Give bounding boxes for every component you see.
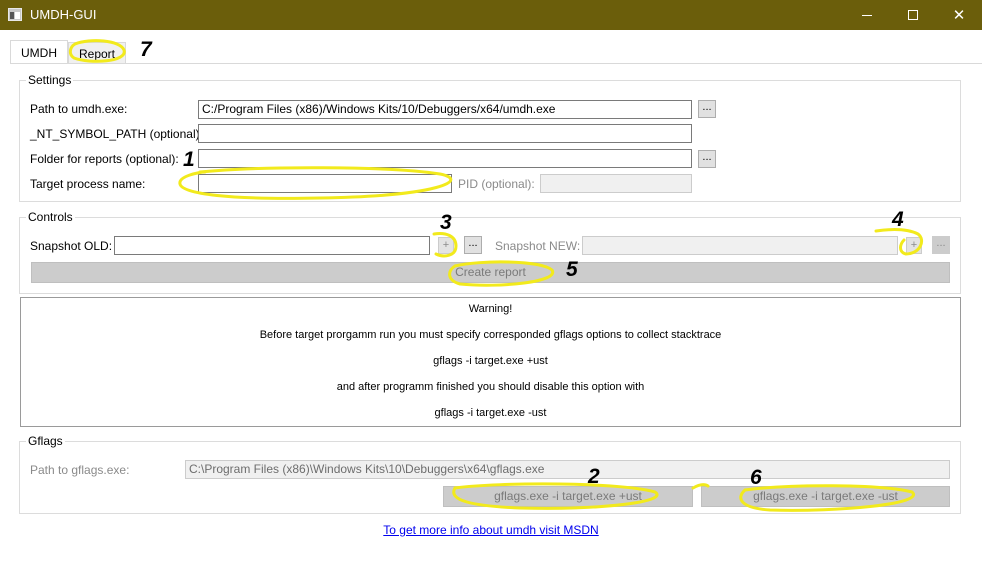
warning-title: Warning! [468,303,513,315]
gflags-legend: Gflags [28,434,63,448]
msdn-link[interactable]: To get more info about umdh visit MSDN [0,523,982,537]
warning-panel: Warning! Before target prorgamm run you … [20,297,961,427]
target-process-input[interactable] [198,174,452,193]
gflags-path-input[interactable]: C:\Program Files (x86)\Windows Kits\10\D… [185,460,950,479]
annotation-number-6: 6 [750,466,762,489]
annotation-number-5: 5 [566,258,578,281]
reports-folder-label: Folder for reports (optional): [30,152,179,166]
snapshot-new-take-button[interactable]: + [906,237,922,254]
symbol-path-input[interactable] [198,124,692,143]
umdh-path-input[interactable]: C:/Program Files (x86)/Windows Kits/10/D… [198,100,692,119]
symbol-path-label: _NT_SYMBOL_PATH (optional): [30,127,203,141]
settings-legend: Settings [28,73,72,87]
pid-input[interactable] [540,174,692,193]
annotation-number-1: 1 [183,148,195,171]
warning-enable-command: gflags -i target.exe +ust [433,355,548,367]
umdh-path-browse-button[interactable]: ... [698,100,716,118]
title-bar: UMDH-GUI ✕ [0,0,982,30]
annotation-number-2: 2 [588,465,600,488]
annotation-number-3: 3 [440,211,452,234]
window-title: UMDH-GUI [30,7,97,22]
close-icon: ✕ [952,6,966,24]
app-window-icon [8,8,22,21]
annotation-number-7: 7 [140,38,152,61]
maximize-button[interactable] [890,0,936,30]
snapshot-new-browse-button[interactable]: ... [932,236,950,254]
warning-text: Before target prorgamm run you must spec… [259,329,722,341]
close-button[interactable]: ✕ [936,0,982,30]
snapshot-old-browse-button[interactable]: ... [464,236,482,254]
reports-folder-input[interactable] [198,149,692,168]
snapshot-new-label: Snapshot NEW: [495,239,581,253]
controls-legend: Controls [28,210,73,224]
tab-umdh[interactable]: UMDH [10,40,68,64]
warning-disable-command: gflags -i target.exe -ust [434,407,547,419]
minimize-icon [862,14,872,16]
gflags-disable-button[interactable]: gflags.exe -i target.exe -ust [701,486,950,507]
gflags-enable-button[interactable]: gflags.exe -i target.exe +ust [443,486,693,507]
target-process-label: Target process name: [30,177,146,191]
tab-report[interactable]: Report [68,42,126,64]
maximize-icon [908,10,918,20]
gflags-path-label: Path to gflags.exe: [30,463,130,477]
umdh-path-label: Path to umdh.exe: [30,102,128,116]
snapshot-old-input[interactable] [114,236,430,255]
minimize-button[interactable] [844,0,890,30]
snapshot-old-label: Snapshot OLD: [30,239,113,253]
snapshot-new-input[interactable] [582,236,898,255]
warning-text-after: and after programm finished you should d… [336,381,645,393]
snapshot-old-take-button[interactable]: + [438,237,454,254]
pid-label: PID (optional): [458,177,535,191]
create-report-button[interactable]: Create report [31,262,950,283]
annotation-number-4: 4 [892,208,904,231]
reports-folder-browse-button[interactable]: ... [698,150,716,168]
